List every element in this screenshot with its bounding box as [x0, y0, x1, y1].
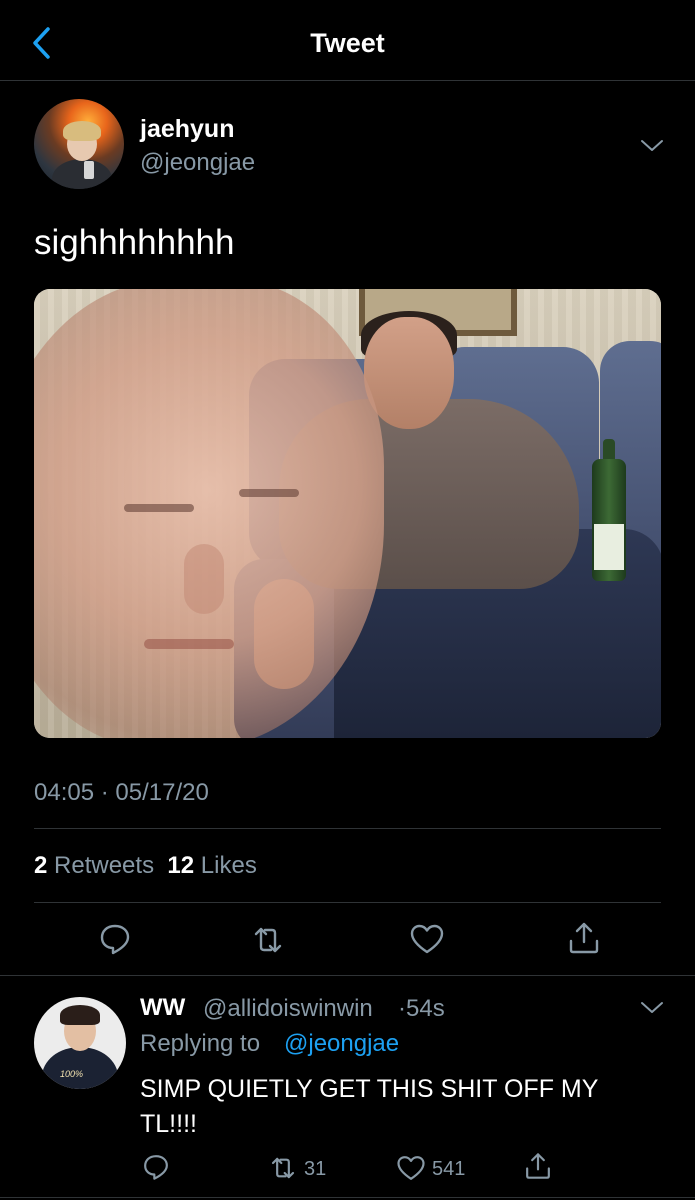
divider [34, 902, 661, 903]
divider [0, 1197, 695, 1198]
replying-to-handle[interactable]: @jeongjae [284, 1030, 399, 1058]
share-icon[interactable] [566, 920, 602, 956]
reply-time: 54s [406, 995, 445, 1022]
like-label[interactable]: Likes [201, 852, 257, 879]
divider [34, 828, 661, 829]
retweet-label[interactable]: Retweets [54, 852, 154, 879]
retweet-icon[interactable] [250, 922, 286, 958]
divider [0, 975, 695, 976]
author-avatar[interactable] [34, 99, 124, 189]
like-icon[interactable] [396, 1153, 426, 1183]
overlay-face [34, 289, 384, 738]
chevron-down-icon[interactable] [640, 1000, 664, 1016]
tweet-timestamp: 04:05 · 05/17/20 [34, 779, 209, 806]
reply-author-avatar[interactable]: 100% [34, 997, 126, 1089]
reply-icon[interactable] [97, 921, 133, 957]
reply-like-count: 541 [432, 1158, 466, 1180]
reply-text: SIMP QUIETLY GET THIS SHIT OFF MY TL!!!! [140, 1072, 660, 1142]
tweet-text: sighhhhhhhh [34, 223, 235, 262]
like-count[interactable]: 12 [167, 852, 194, 879]
reply-separator: · [398, 995, 406, 1022]
replying-to-label: Replying to [140, 1030, 261, 1057]
page-title: Tweet [310, 28, 385, 58]
tweet-stats: 2 Retweets 12 Likes [34, 852, 257, 880]
man-head [364, 317, 454, 429]
retweet-count[interactable]: 2 [34, 852, 47, 879]
share-icon[interactable] [523, 1151, 553, 1181]
reply-text-line: TL!!!! [140, 1110, 197, 1138]
reply-author-name[interactable]: WW [140, 994, 185, 1022]
author-handle[interactable]: @jeongjae [140, 149, 255, 177]
reply-text-line: SIMP QUIETLY GET THIS SHIT OFF MY [140, 1075, 599, 1103]
author-name[interactable]: jaehyun [140, 115, 234, 144]
tweet-media-image[interactable] [34, 289, 661, 738]
top-bar: Tweet [0, 0, 695, 81]
like-icon[interactable] [409, 921, 445, 957]
reply-author-handle[interactable]: @allidoiswinwin [203, 995, 373, 1023]
chevron-down-icon[interactable] [640, 138, 664, 154]
reply-retweet-count: 31 [304, 1158, 327, 1180]
retweet-icon[interactable] [268, 1153, 298, 1183]
hoodie-print: 100% [60, 1069, 84, 1079]
reply-icon[interactable] [141, 1152, 171, 1182]
